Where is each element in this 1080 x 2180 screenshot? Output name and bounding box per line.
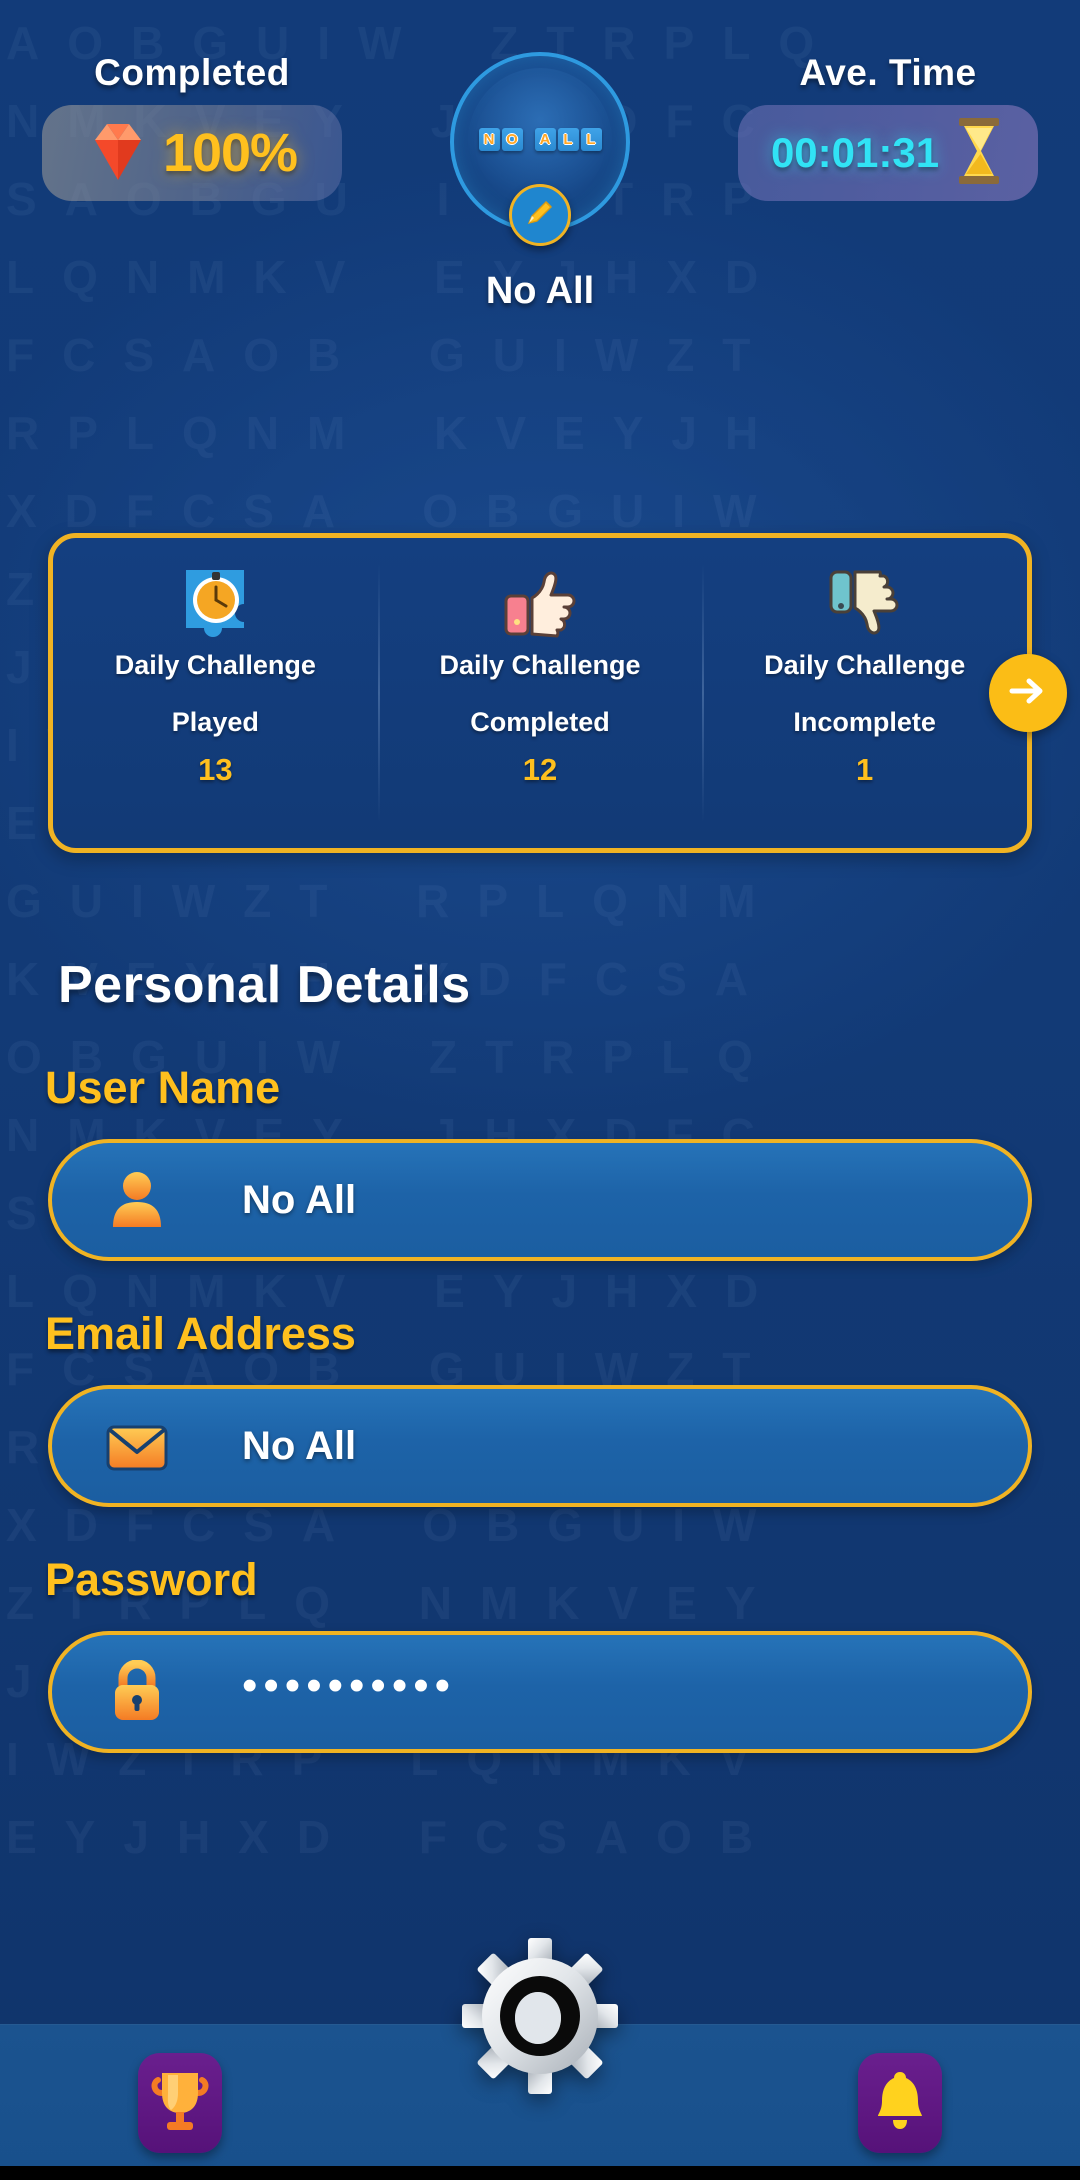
stat-column-played: Daily Challenge Played 13 [53,538,378,848]
ave-time-pill: 00:01:31 [738,105,1038,201]
avatar[interactable]: N O A L L [450,52,630,246]
puzzle-tile: A [534,128,556,151]
puzzle-tile-gap [525,128,533,151]
arrow-right-icon [1006,674,1050,713]
stat-column-completed: Daily Challenge Completed 12 [377,538,703,848]
stat-subtitle: Completed [470,707,610,737]
completed-pill: 100% [42,105,342,201]
stat-value: 1 [856,752,874,787]
personal-details-section: Personal Details User Name No All Email … [0,955,1080,1753]
nav-button-notifications[interactable] [840,2048,960,2158]
nav-button-trophy[interactable] [120,2048,240,2158]
gem-icon [87,118,149,189]
page-title: Personal Details [58,956,471,1014]
stat-column-incomplete: Daily Challenge Incomplete 1 [702,538,1027,848]
username-label: User Name [45,1062,281,1113]
bottom-nav [0,1937,1080,2180]
stat-title: Daily Challenge [764,650,966,680]
pencil-icon [523,196,557,235]
daily-challenge-stats-card: Daily Challenge Played 13 Daily Challeng… [48,533,1067,853]
completed-stat: Completed 100% [42,52,342,201]
password-label: Password [45,1554,258,1605]
hourglass-icon [953,114,1005,193]
email-input[interactable]: No All [48,1385,1032,1507]
ave-time-stat: Ave. Time 00:01:31 [738,52,1038,201]
puzzle-tile: O [501,128,523,151]
home-indicator [0,2166,1080,2180]
ave-time-value: 00:01:31 [770,129,940,176]
field-group-email: Email Address No All [0,1308,1080,1507]
envelope-icon [100,1419,174,1473]
thumbs-up-icon [378,562,703,646]
avatar-puzzle-name: N O A L L [454,128,626,151]
stat-title: Daily Challenge [439,650,641,680]
thumbs-down-icon [702,562,1027,646]
field-group-username: User Name No All [0,1062,1080,1261]
avatar-block: N O A L L No All [450,52,630,313]
nav-tile [138,2052,222,2153]
username-input[interactable]: No All [48,1139,1032,1261]
password-value: •••••••••• [242,1661,457,1710]
stopwatch-puzzle-icon [53,562,378,646]
lock-icon [100,1660,174,1724]
trophy-icon [148,2065,212,2140]
stats-next-button[interactable] [989,654,1067,732]
nav-tile [858,2052,942,2153]
email-label: Email Address [45,1308,356,1359]
email-value: No All [242,1423,357,1468]
stat-value: 13 [198,752,233,787]
puzzle-tile: N [478,128,500,151]
password-input[interactable]: •••••••••• [48,1631,1032,1753]
completed-caption: Completed [94,52,290,93]
gear-icon [460,1936,620,2101]
stat-value: 12 [522,752,558,787]
bell-icon [871,2066,929,2139]
stat-subtitle: Played [171,707,259,737]
ave-time-caption: Ave. Time [799,52,977,93]
profile-screen: AOBGUIW ZTRPLQ NMKVEY JHXDFC SAOBGU IWZT… [0,0,1080,2180]
nav-button-settings[interactable] [456,1934,624,2102]
stat-subtitle: Incomplete [793,707,936,737]
avatar-username: No All [485,270,595,312]
person-icon [100,1169,174,1231]
edit-avatar-button[interactable] [509,184,571,246]
completed-value: 100% [162,123,298,183]
field-group-password: Password •••••••••• [0,1554,1080,1753]
puzzle-tile: L [580,128,602,151]
puzzle-tile: L [557,128,579,151]
top-stats-area: Completed 100% N O A L L No All Ave. Tim… [0,0,1080,430]
username-value: No All [242,1177,357,1222]
stat-title: Daily Challenge [114,650,316,680]
